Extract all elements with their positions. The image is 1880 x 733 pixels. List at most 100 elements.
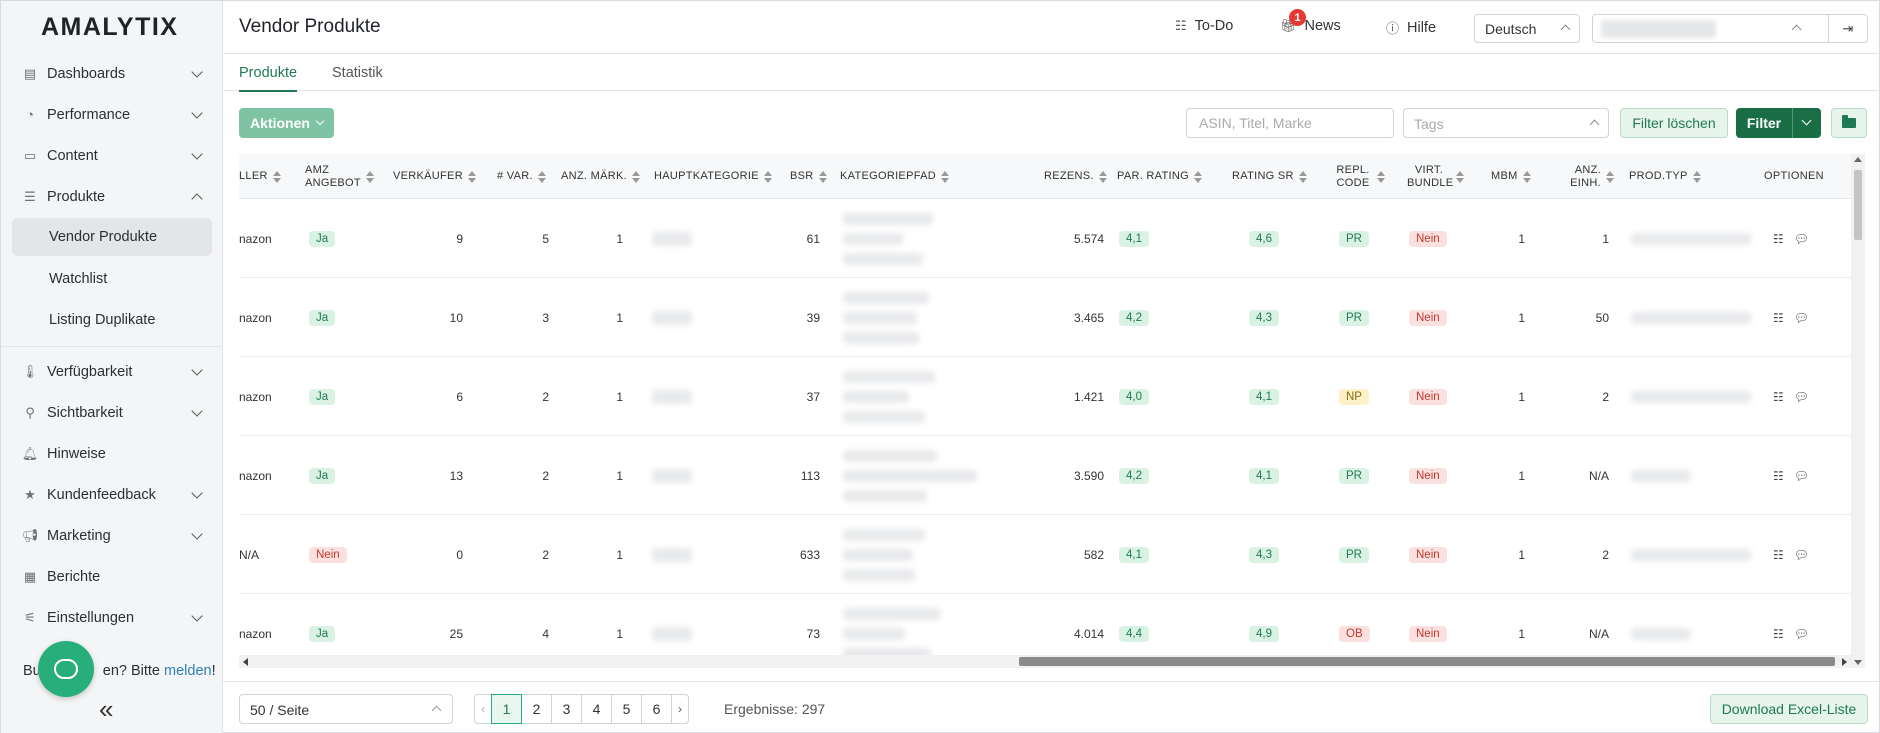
news-link[interactable]: 🎁︎ 1 News: [1280, 9, 1341, 34]
table-icon: ▦: [23, 568, 37, 584]
filter-dropdown-button[interactable]: [1792, 108, 1821, 138]
checklist-icon[interactable]: ☷: [1773, 232, 1784, 246]
col-mbm[interactable]: MBM: [1491, 154, 1541, 199]
checklist-icon[interactable]: ☷: [1773, 469, 1784, 483]
col-par-rating[interactable]: PAR. RATING: [1117, 154, 1207, 199]
sidebar-subitem-listing-duplikate[interactable]: Listing Duplikate: [1, 299, 223, 340]
sidebar-item-label: Kundenfeedback: [47, 486, 156, 503]
col-category-path[interactable]: KATEGORIEPFAD: [840, 154, 960, 199]
card-icon: ▭: [23, 147, 37, 163]
cell-markets: 1: [616, 547, 623, 562]
help-link[interactable]: ⓘ Hilfe: [1386, 18, 1436, 37]
comment-icon[interactable]: 💬︎: [1794, 469, 1809, 483]
tab-produkte[interactable]: Produkte: [239, 65, 298, 92]
comment-icon[interactable]: 💬︎: [1794, 232, 1809, 246]
col-prod-type[interactable]: PROD.TYP: [1629, 154, 1709, 199]
sidebar-item-kundenfeedback[interactable]: ★ Kundenfeedback: [1, 474, 223, 515]
logout-button[interactable]: ⇥: [1828, 14, 1868, 43]
col-reviews[interactable]: REZENS.: [1044, 154, 1114, 199]
checklist-icon[interactable]: ☷: [1773, 311, 1784, 325]
table-row[interactable]: N/A Nein 0 2 1 633 582 4,1 4,3 PR Nein 1 2 ☷ 💬︎: [239, 515, 1851, 594]
sidebar-item-label: Verfügbarkeit: [47, 363, 133, 380]
account-select[interactable]: [1592, 14, 1829, 43]
filter-button[interactable]: Filter: [1736, 108, 1792, 138]
cell-rating-sr: 4,6: [1249, 199, 1309, 278]
comment-icon[interactable]: 💬︎: [1794, 390, 1809, 404]
tags-select[interactable]: Tags: [1403, 108, 1609, 138]
sidebar-item-content[interactable]: ▭ Content: [1, 135, 223, 176]
col-virt-bundle[interactable]: VIRT. BUNDLE: [1407, 154, 1477, 199]
cell-seller: nazon: [239, 231, 272, 246]
sidebar-subitem-vendor-produkte[interactable]: Vendor Produkte: [12, 218, 212, 256]
table-row[interactable]: nazon Ja 10 3 1 39 3.465 4,2 4,3 PR Nein 1 50 ☷ 💬︎: [239, 278, 1851, 357]
sidebar-item-marketing[interactable]: 📢︎ Marketing: [1, 515, 223, 556]
table-row[interactable]: nazon Ja 9 5 1 61 5.574 4,1 4,6 PR Nein 1 1 ☷ 💬︎: [239, 199, 1851, 278]
tab-statistik[interactable]: Statistik: [332, 65, 383, 81]
cell-mbm: 1: [1518, 231, 1525, 246]
stack-icon: ▤: [23, 65, 37, 81]
col-repl-code[interactable]: REPL. CODE: [1334, 154, 1394, 199]
search-icon: ⚲: [25, 404, 35, 420]
page-button[interactable]: 4: [581, 694, 612, 724]
col-bsr[interactable]: BSR: [790, 154, 830, 199]
sidebar-item-performance[interactable]: ◔ Performance: [1, 94, 223, 135]
col-variants[interactable]: # VAR.: [497, 154, 557, 199]
col-sellers[interactable]: VERKÄUFER: [393, 154, 477, 199]
page-button[interactable]: 2: [521, 694, 552, 724]
saved-filters-button[interactable]: [1831, 108, 1867, 138]
chevron-down-icon: [191, 148, 203, 160]
col-amz-offer[interactable]: AMZ ANGEBOT: [305, 154, 374, 199]
prev-page-button[interactable]: ‹: [474, 694, 492, 724]
sidebar-subitem-watchlist[interactable]: Watchlist: [1, 258, 223, 299]
download-excel-button[interactable]: Download Excel-Liste: [1710, 694, 1868, 724]
horizontal-scrollbar[interactable]: [239, 655, 1851, 668]
bug-report-link[interactable]: melden: [164, 663, 212, 679]
sidebar-item-produkte[interactable]: ☰ Produkte: [1, 176, 223, 217]
table-row[interactable]: nazon Ja 13 2 1 113 3.590 4,2 4,1 PR Nein 1 N/A ☷ 💬︎: [239, 436, 1851, 515]
checklist-icon[interactable]: ☷: [1773, 548, 1784, 562]
cell-virt-bundle: Nein: [1409, 436, 1469, 515]
page-size-select[interactable]: 50 / Seite: [239, 694, 453, 724]
collapse-sidebar-icon[interactable]: «: [99, 694, 114, 725]
clear-filter-button[interactable]: Filter löschen: [1620, 108, 1728, 138]
cell-variants: 2: [542, 468, 549, 483]
comment-icon[interactable]: 💬︎: [1794, 311, 1809, 325]
col-seller[interactable]: LLER: [239, 154, 282, 199]
sidebar-item-sichtbarkeit[interactable]: ⚲ Sichtbarkeit: [1, 392, 223, 433]
search-input[interactable]: [1186, 108, 1394, 138]
todo-link[interactable]: ☷ To-Do: [1175, 18, 1233, 34]
checklist-icon[interactable]: ☷: [1773, 627, 1784, 641]
cell-rating-sr: 4,3: [1249, 278, 1309, 357]
col-units[interactable]: ANZ. EINH.: [1569, 154, 1619, 199]
language-select[interactable]: Deutsch: [1474, 14, 1580, 43]
actions-dropdown-button[interactable]: Aktionen: [239, 108, 334, 138]
comment-icon[interactable]: 💬︎: [1794, 627, 1809, 641]
page-button[interactable]: 5: [611, 694, 642, 724]
cell-main-category: [652, 436, 792, 515]
page-button[interactable]: 6: [641, 694, 672, 724]
table-row[interactable]: nazon Ja 6 2 1 37 1.421 4,0 4,1 NP Nein 1 2 ☷ 💬︎: [239, 357, 1851, 436]
col-markets[interactable]: ANZ. MÄRK.: [561, 154, 645, 199]
sort-icon: [1193, 170, 1202, 184]
chat-widget-button[interactable]: [38, 641, 94, 697]
page-button[interactable]: 1: [491, 694, 522, 724]
sidebar-item-verfuegbarkeit[interactable]: 🌡︎ Verfügbarkeit: [1, 351, 223, 392]
chevron-up-icon: [1560, 24, 1571, 35]
cell-category-path: [843, 357, 1043, 436]
comment-icon[interactable]: 💬︎: [1794, 548, 1809, 562]
vertical-scrollbar[interactable]: [1851, 154, 1865, 668]
checklist-icon[interactable]: ☷: [1773, 390, 1784, 404]
col-rating-sr[interactable]: RATING SR: [1232, 154, 1312, 199]
cell-options: ☷ 💬︎: [1773, 436, 1843, 515]
cell-variants: 2: [542, 547, 549, 562]
cell-repl-code: PR: [1339, 515, 1399, 594]
sidebar-item-einstellungen[interactable]: ⚟ Einstellungen: [1, 597, 223, 638]
next-page-button[interactable]: ›: [671, 694, 689, 724]
sidebar-item-berichte[interactable]: ▦ Berichte: [1, 556, 223, 597]
page-button[interactable]: 3: [551, 694, 582, 724]
gift-icon: 🎁︎ 1: [1280, 9, 1306, 34]
cell-options: ☷ 💬︎: [1773, 515, 1843, 594]
col-main-category[interactable]: HAUPTKATEGORIE: [654, 154, 774, 199]
sidebar-item-dashboards[interactable]: ▤ Dashboards: [1, 53, 223, 94]
sidebar-item-hinweise[interactable]: 🔔︎ Hinweise: [1, 433, 223, 474]
